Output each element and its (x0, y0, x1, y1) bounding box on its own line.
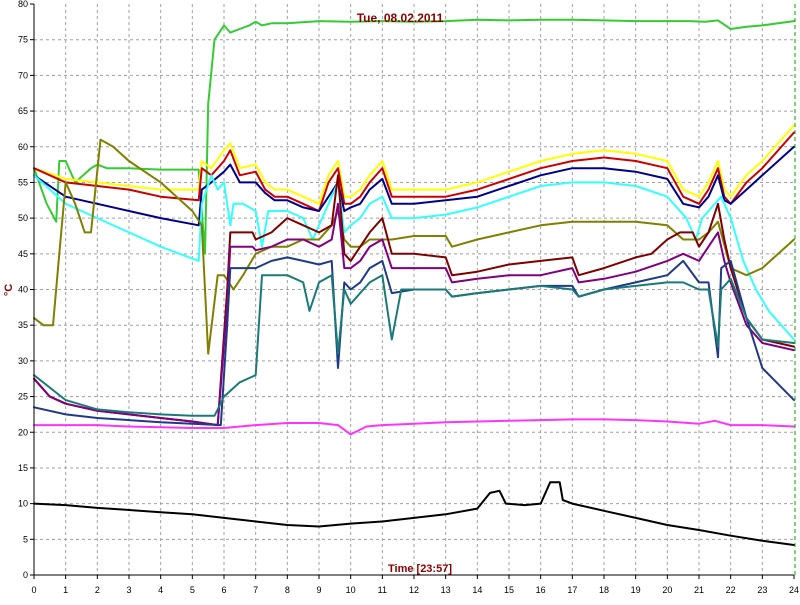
x-tick-label: 8 (285, 585, 290, 595)
y-tick-label: 45 (18, 249, 28, 259)
x-tick-label: 17 (567, 585, 577, 595)
y-tick-label: 50 (18, 213, 28, 223)
y-axis-title: °C (3, 284, 15, 296)
y-tick-label: 25 (18, 392, 28, 402)
x-tick-label: 24 (789, 585, 799, 595)
y-tick-label: 30 (18, 356, 28, 366)
x-tick-label: 9 (316, 585, 321, 595)
chart-title: Tue, 08.02.2011 (357, 11, 444, 25)
y-tick-label: 20 (18, 427, 28, 437)
x-tick-label: 19 (631, 585, 641, 595)
x-tick-label: 10 (346, 585, 356, 595)
y-tick-label: 65 (18, 106, 28, 116)
x-tick-label: 23 (757, 585, 767, 595)
y-tick-label: 80 (18, 0, 28, 9)
x-tick-label: 22 (726, 585, 736, 595)
x-tick-label: 21 (694, 585, 704, 595)
x-tick-label: 15 (504, 585, 514, 595)
y-tick-label: 70 (18, 70, 28, 80)
x-tick-label: 16 (536, 585, 546, 595)
y-tick-label: 10 (18, 499, 28, 509)
x-tick-label: 1 (63, 585, 68, 595)
y-tick-label: 15 (18, 463, 28, 473)
x-tick-label: 3 (126, 585, 131, 595)
x-axis-title: Time [23:57] (388, 563, 452, 575)
x-tick-label: 0 (31, 585, 36, 595)
x-tick-label: 11 (378, 585, 387, 595)
x-tick-label: 2 (95, 585, 100, 595)
x-tick-label: 13 (441, 585, 451, 595)
y-tick-label: 40 (18, 285, 28, 295)
y-tick-label: 0 (23, 570, 28, 580)
x-tick-label: 7 (253, 585, 258, 595)
y-tick-label: 5 (23, 534, 28, 544)
y-tick-label: 35 (18, 320, 28, 330)
x-tick-label: 18 (599, 585, 609, 595)
line-chart: 0 1 2 3 4 5 6 7 8 9 10 11 12 13 14 15 16 17 18 19 20 21 22 23 24… (3, 0, 799, 595)
x-tick-label: 5 (190, 585, 195, 595)
y-tick-label: 55 (18, 177, 28, 187)
x-tick-label: 6 (221, 585, 226, 595)
x-tick-label: 20 (662, 585, 672, 595)
x-tick-label: 14 (472, 585, 482, 595)
y-tick-label: 60 (18, 142, 28, 152)
y-tick-label: 75 (18, 35, 28, 45)
x-tick-label: 4 (158, 585, 163, 595)
chart-container: 0 1 2 3 4 5 6 7 8 9 10 11 12 13 14 15 16 17 18 19 20 21 22 23 24… (0, 0, 800, 600)
x-tick-label: 12 (409, 585, 419, 595)
